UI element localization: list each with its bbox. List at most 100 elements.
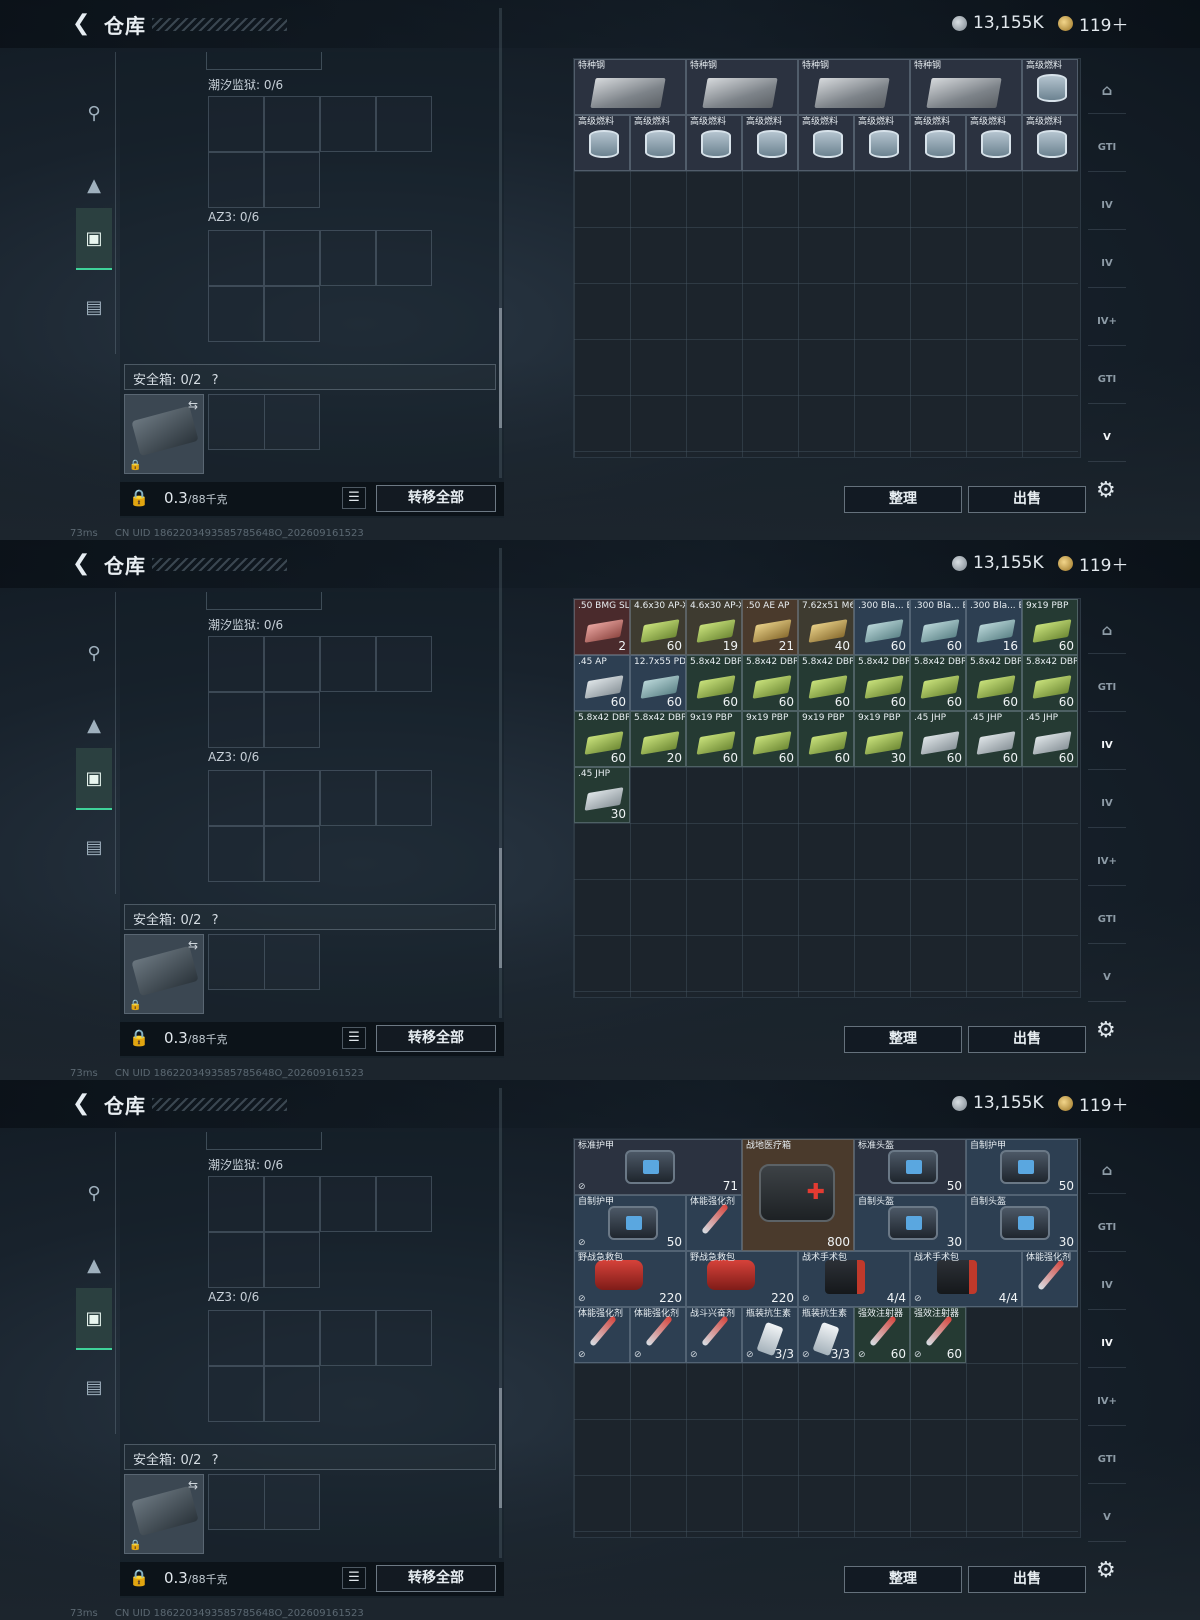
equipment-scrollbar[interactable] bbox=[499, 8, 502, 478]
stash-item[interactable]: .50 AE AP 21 bbox=[742, 599, 798, 655]
stash-item[interactable]: .45 JHP 60 bbox=[1022, 711, 1078, 767]
stash-item[interactable]: 自制头盔 30 bbox=[854, 1195, 966, 1251]
stash-item[interactable]: 9x19 PBP 60 bbox=[686, 711, 742, 767]
swap-icon[interactable]: ⇆ bbox=[188, 1478, 198, 1492]
gear-icon[interactable]: ⚙ bbox=[1096, 1018, 1116, 1043]
stash-item[interactable]: 5.8x42 DBP10 60 bbox=[798, 655, 854, 711]
stash-tab-1[interactable]: ⌂ bbox=[1088, 606, 1126, 654]
safe-box-item[interactable]: ⇆ 🔒 bbox=[124, 1474, 204, 1554]
stash-item[interactable]: 5.8x42 DBP10 60 bbox=[574, 711, 630, 767]
list-icon[interactable]: ☰ bbox=[342, 1027, 366, 1049]
backpack-icon[interactable]: ▲ bbox=[76, 1234, 112, 1296]
stash-item[interactable]: .45 JHP 60 bbox=[966, 711, 1022, 767]
safe-box-slot[interactable] bbox=[208, 934, 320, 990]
gun-icon[interactable]: ⚲ bbox=[76, 1162, 112, 1224]
stash-item[interactable]: 9x19 PBP 60 bbox=[1022, 599, 1078, 655]
stash-item[interactable]: 标准头盔 50 bbox=[854, 1139, 966, 1195]
stash-tab-6[interactable]: GTI bbox=[1088, 356, 1126, 404]
stash-item[interactable]: 战斗兴奋剂 ⊘ bbox=[686, 1307, 742, 1363]
stash-item[interactable]: 4.6x30 AP-X 19 bbox=[686, 599, 742, 655]
stash-tab-4[interactable]: IV bbox=[1088, 1320, 1126, 1368]
stash-item[interactable]: 野战急救包 220 ⊘ bbox=[574, 1251, 686, 1307]
container-slot-top[interactable] bbox=[206, 1132, 322, 1150]
stash-item[interactable]: 体能强化剂 ⊘ bbox=[574, 1307, 630, 1363]
safe-box-item[interactable]: ⇆ 🔒 bbox=[124, 934, 204, 1014]
vest-icon[interactable]: ▣ bbox=[76, 1288, 112, 1350]
stash-tab-7[interactable]: V bbox=[1088, 954, 1126, 1002]
equipment-scrollbar[interactable] bbox=[499, 1088, 502, 1558]
stash-item[interactable]: 高级燃料 bbox=[630, 115, 686, 171]
stash-item[interactable]: 高级燃料 bbox=[910, 115, 966, 171]
stash-item[interactable]: 战术手术包 4/4 ⊘ bbox=[798, 1251, 910, 1307]
case-icon[interactable]: ▤ bbox=[76, 816, 112, 878]
gun-icon[interactable]: ⚲ bbox=[76, 82, 112, 144]
stash-tab-5[interactable]: IV+ bbox=[1088, 838, 1126, 886]
stash-tab-4[interactable]: IV bbox=[1088, 780, 1126, 828]
vest-icon[interactable]: ▣ bbox=[76, 208, 112, 270]
stash-item[interactable]: .45 JHP 60 bbox=[910, 711, 966, 767]
back-arrow-icon[interactable]: ❮ bbox=[72, 1091, 90, 1116]
transfer-all-button[interactable]: 转移全部 bbox=[376, 485, 496, 512]
stash-item[interactable]: .50 BMG SLAP 2 bbox=[574, 599, 630, 655]
stash-item[interactable]: 自制护甲 50 bbox=[966, 1139, 1078, 1195]
stash-item[interactable]: 高级燃料 bbox=[798, 115, 854, 171]
safe-box-slot[interactable] bbox=[208, 1474, 320, 1530]
sort-button[interactable]: 整理 bbox=[844, 486, 962, 513]
stash-item[interactable]: 7.62x51 M62 40 bbox=[798, 599, 854, 655]
backpack-icon[interactable]: ▲ bbox=[76, 154, 112, 216]
equipment-scrollbar[interactable] bbox=[499, 548, 502, 1018]
stash-grid[interactable]: 特种钢 特种钢 特种钢 特种钢 高级燃料 高级燃料 高级燃料 高级燃料 高级燃料 高级燃料 高级燃料… bbox=[573, 58, 1081, 458]
stash-item[interactable]: 高级燃料 bbox=[686, 115, 742, 171]
stash-item[interactable]: 5.8x42 DBP10 60 bbox=[742, 655, 798, 711]
stash-item[interactable]: 体能强化剂 bbox=[686, 1195, 742, 1251]
stash-item[interactable]: 特种钢 bbox=[686, 59, 798, 115]
stash-grid[interactable]: 标准护甲71⊘战地医疗箱800标准头盔50自制护甲50自制护甲50⊘体能强化剂自… bbox=[573, 1138, 1081, 1538]
stash-item[interactable]: 战术手术包 4/4 ⊘ bbox=[910, 1251, 1022, 1307]
case-icon[interactable]: ▤ bbox=[76, 1356, 112, 1418]
back-arrow-icon[interactable]: ❮ bbox=[72, 551, 90, 576]
stash-item[interactable]: 9x19 PBP 60 bbox=[742, 711, 798, 767]
tidal-prison-grid[interactable] bbox=[208, 636, 432, 748]
list-icon[interactable]: ☰ bbox=[342, 487, 366, 509]
stash-item[interactable]: 体能强化剂 ⊘ bbox=[630, 1307, 686, 1363]
back-arrow-icon[interactable]: ❮ bbox=[72, 11, 90, 36]
gear-icon[interactable]: ⚙ bbox=[1096, 478, 1116, 503]
stash-tab-7[interactable]: V bbox=[1088, 414, 1126, 462]
transfer-all-button[interactable]: 转移全部 bbox=[376, 1565, 496, 1592]
stash-tab-5[interactable]: IV+ bbox=[1088, 298, 1126, 346]
stash-item[interactable]: 高级燃料 bbox=[854, 115, 910, 171]
vest-icon[interactable]: ▣ bbox=[76, 748, 112, 810]
swap-icon[interactable]: ⇆ bbox=[188, 938, 198, 952]
stash-tab-3[interactable]: IV bbox=[1088, 182, 1126, 230]
backpack-icon[interactable]: ▲ bbox=[76, 694, 112, 756]
list-icon[interactable]: ☰ bbox=[342, 1567, 366, 1589]
stash-item[interactable]: .300 Bla... BCP SUB 16 bbox=[966, 599, 1022, 655]
stash-item[interactable]: 5.8x42 DBP10 60 bbox=[966, 655, 1022, 711]
stash-item[interactable]: 9x19 PBP 60 bbox=[798, 711, 854, 767]
stash-item[interactable]: 高级燃料 bbox=[742, 115, 798, 171]
stash-tab-4[interactable]: IV bbox=[1088, 240, 1126, 288]
stash-item[interactable]: 5.8x42 DBP10 20 bbox=[630, 711, 686, 767]
help-icon[interactable]: ? bbox=[212, 1453, 219, 1468]
stash-item[interactable]: 5.8x42 DBP10 60 bbox=[910, 655, 966, 711]
stash-item[interactable]: 瓶装抗生素 3/3 ⊘ bbox=[742, 1307, 798, 1363]
stash-item[interactable]: 5.8x42 DBP10 60 bbox=[854, 655, 910, 711]
stash-item[interactable]: .45 AP 60 bbox=[574, 655, 630, 711]
stash-tab-3[interactable]: IV bbox=[1088, 1262, 1126, 1310]
stash-item[interactable]: 战地医疗箱 800 bbox=[742, 1139, 854, 1251]
sort-button[interactable]: 整理 bbox=[844, 1566, 962, 1593]
stash-tab-2[interactable]: GTI bbox=[1088, 1204, 1126, 1252]
stash-item[interactable]: 高级燃料 bbox=[966, 115, 1022, 171]
stash-item[interactable]: 5.8x42 DBP10 60 bbox=[686, 655, 742, 711]
container-slot-top[interactable] bbox=[206, 592, 322, 610]
tidal-prison-grid[interactable] bbox=[208, 1176, 432, 1288]
stash-item[interactable]: 5.8x42 DBP10 60 bbox=[1022, 655, 1078, 711]
stash-tab-6[interactable]: GTI bbox=[1088, 1436, 1126, 1484]
stash-tab-2[interactable]: GTI bbox=[1088, 664, 1126, 712]
container-slot-top[interactable] bbox=[206, 52, 322, 70]
gun-icon[interactable]: ⚲ bbox=[76, 622, 112, 684]
stash-tab-1[interactable]: ⌂ bbox=[1088, 66, 1126, 114]
stash-tab-5[interactable]: IV+ bbox=[1088, 1378, 1126, 1426]
tidal-prison-grid[interactable] bbox=[208, 96, 432, 208]
stash-item[interactable]: .300 Bla... BCP FMJ 60 bbox=[910, 599, 966, 655]
